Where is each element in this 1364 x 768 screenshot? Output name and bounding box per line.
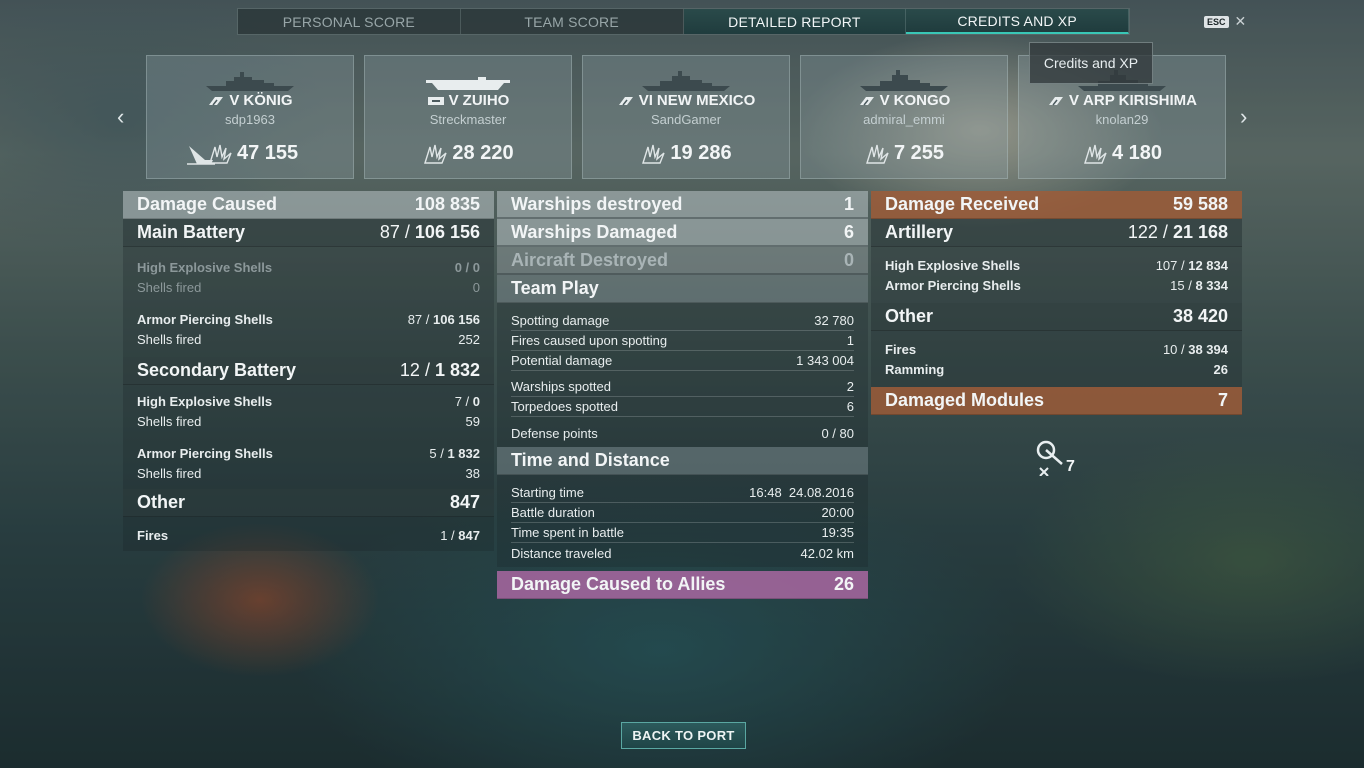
damage-burst-icon [209,144,232,164]
time-distance-header: Time and Distance [497,447,868,475]
other-received-header: Other 38 420 [871,303,1242,331]
stat-row: Defense points 0 / 80 [511,425,854,441]
prev-arrow-icon[interactable]: ‹ [117,104,124,130]
player-name: knolan29 [1095,112,1149,127]
damaged-module-count: 7 [1066,458,1075,475]
stat-row: Potential damage 1 343 004 [511,351,854,371]
artillery-details: High Explosive Shells 107 / 12 834 Armor … [871,247,1242,303]
stat-row: Starting time 16:48 24.08.2016 [511,483,854,503]
damaged-modules-header: Damaged Modules 7 [871,387,1242,415]
stat-row: Shells fired 0 [137,279,480,295]
ship-tier: V [879,92,890,109]
battle-stats-panel: Warships destroyed 1 Warships Damaged 6 Ai… [497,191,868,599]
player-name: Streckmaster [429,112,507,127]
ship-tier: V [1069,92,1080,109]
player-name: sdp1963 [225,112,275,127]
stat-row: Armor Piercing Shells 87 / 106 156 [137,311,480,327]
stat-row: Armor Piercing Shells 15 / 8 334 [885,277,1228,293]
damage-received-header: Damage Received 59 588 [871,191,1242,219]
battleship-class-icon [1049,96,1064,105]
stat-row: Fires 1 / 847 [137,527,480,543]
player-name: admiral_emmi [863,112,945,127]
tooltip: Credits and XP [1029,42,1153,84]
stat-row: Fires 10 / 38 394 [885,341,1228,357]
damage-burst-icon [424,144,448,164]
close-control[interactable]: ESC ✕ [1204,13,1246,30]
ship-silhouette-icon [426,77,510,90]
tab-personal-score[interactable]: PERSONAL SCORE [238,9,461,34]
close-icon[interactable]: ✕ [1235,13,1247,30]
ship-card[interactable]: VI NEW MEXICO SandGamer 19 286 [582,55,790,179]
stat-row: Fires caused upon spotting 1 [511,331,854,351]
stat-row: Distance traveled 42.02 km [511,545,854,561]
battleship-class-icon [618,96,633,105]
stat-row: High Explosive Shells 7 / 0 [137,393,480,409]
artillery-header: Artillery 122 / 21 168 [871,219,1242,247]
damage-burst-icon [866,144,889,164]
ship-name: KONGO [893,92,951,109]
carrier-class-icon [427,96,444,105]
ship-silhouette-icon [206,72,294,91]
tab-credits-and-xp[interactable]: CREDITS AND XP [906,9,1129,34]
stat-row: Spotting damage 32 780 [511,311,854,331]
other-details: Fires 1 / 847 [123,517,494,551]
main-battery-header: Main Battery 87 / 106 156 [123,219,494,247]
back-to-port-button[interactable]: BACK TO PORT [621,722,746,749]
stat-row: Armor Piercing Shells 5 / 1 832 [137,445,480,461]
next-arrow-icon[interactable]: › [1240,104,1247,130]
tab-detailed-report[interactable]: DETAILED REPORT [683,9,907,34]
ship-score: 47 155 [237,142,299,164]
stat-row: Battle duration 20:00 [511,503,854,523]
damage-caused-header: Damage Caused 108 835 [123,191,494,219]
ship-name: KÖNIG [243,92,293,109]
aircraft-destroyed-header: Aircraft Destroyed 0 [497,247,868,275]
secondary-battery-details: High Explosive Shells 7 / 0 Shells fired 5… [123,385,494,489]
ship-name: NEW MEXICO [656,92,756,109]
ship-tier: VI [638,92,653,109]
esc-key-badge: ESC [1204,15,1229,28]
damage-to-allies-header: Damage Caused to Allies 26 [497,571,868,599]
stat-row: Ramming 26 [885,361,1228,377]
battleship-class-icon [209,96,224,105]
stat-row: Shells fired 59 [137,413,480,429]
damage-received-panel: Damage Received 59 588 Artillery 122 / 21 … [871,191,1242,415]
ship-tier: V [229,92,240,109]
warships-damaged-header: Warships Damaged 6 [497,219,868,247]
damage-burst-icon [1084,144,1107,164]
ship-card[interactable]: V KÖNIG sdp1963 47 155 [146,55,354,179]
other-received-details: Fires 10 / 38 394 Ramming 26 [871,331,1242,387]
stat-row: Time spent in battle 19:35 [511,523,854,543]
ship-silhouette-icon [642,71,730,91]
tab-team-score[interactable]: TEAM SCORE [461,9,684,34]
stat-row: Torpedoes spotted 6 [511,397,854,417]
ship-score: 19 286 [670,142,732,164]
damage-caused-panel: Damage Caused 108 835 Main Battery 87 / 10… [123,191,494,551]
ship-score: 7 255 [893,142,945,164]
stat-row: High Explosive Shells 0 / 0 [137,259,480,275]
ship-name: ZUIHO [462,92,510,109]
ship-tier: V [448,92,459,109]
ship-card[interactable]: V ZUIHO Streckmaster 28 220 [364,55,572,179]
ship-silhouette-icon [860,70,948,91]
ship-name: ARP KIRISHIMA [1083,92,1197,109]
warships-destroyed-header: Warships destroyed 1 [497,191,868,219]
report-tabs: PERSONAL SCORE TEAM SCORE DETAILED REPOR… [237,8,1130,35]
ship-score: 28 220 [452,142,514,164]
time-distance-details: Starting time 16:48 24.08.2016 Battle dur… [497,475,868,567]
secondary-battery-header: Secondary Battery 12 / 1 832 [123,357,494,385]
player-name: SandGamer [650,112,722,127]
team-play-header: Team Play [497,275,868,303]
team-play-details: Spotting damage 32 780 Fires caused upon … [497,303,868,447]
stat-row: Shells fired 38 [137,465,480,481]
battleship-class-icon [859,96,874,105]
damage-burst-icon [642,144,666,164]
stat-row: High Explosive Shells 107 / 12 834 [885,257,1228,273]
other-header: Other 847 [123,489,494,517]
main-battery-details: High Explosive Shells 0 / 0 Shells fired 0… [123,247,494,357]
ship-score: 4 180 [1111,142,1163,164]
stat-row: Warships spotted 2 [511,377,854,397]
stat-row: Shells fired 252 [137,331,480,347]
ship-card[interactable]: V KONGO admiral_emmi 7 255 [800,55,1008,179]
